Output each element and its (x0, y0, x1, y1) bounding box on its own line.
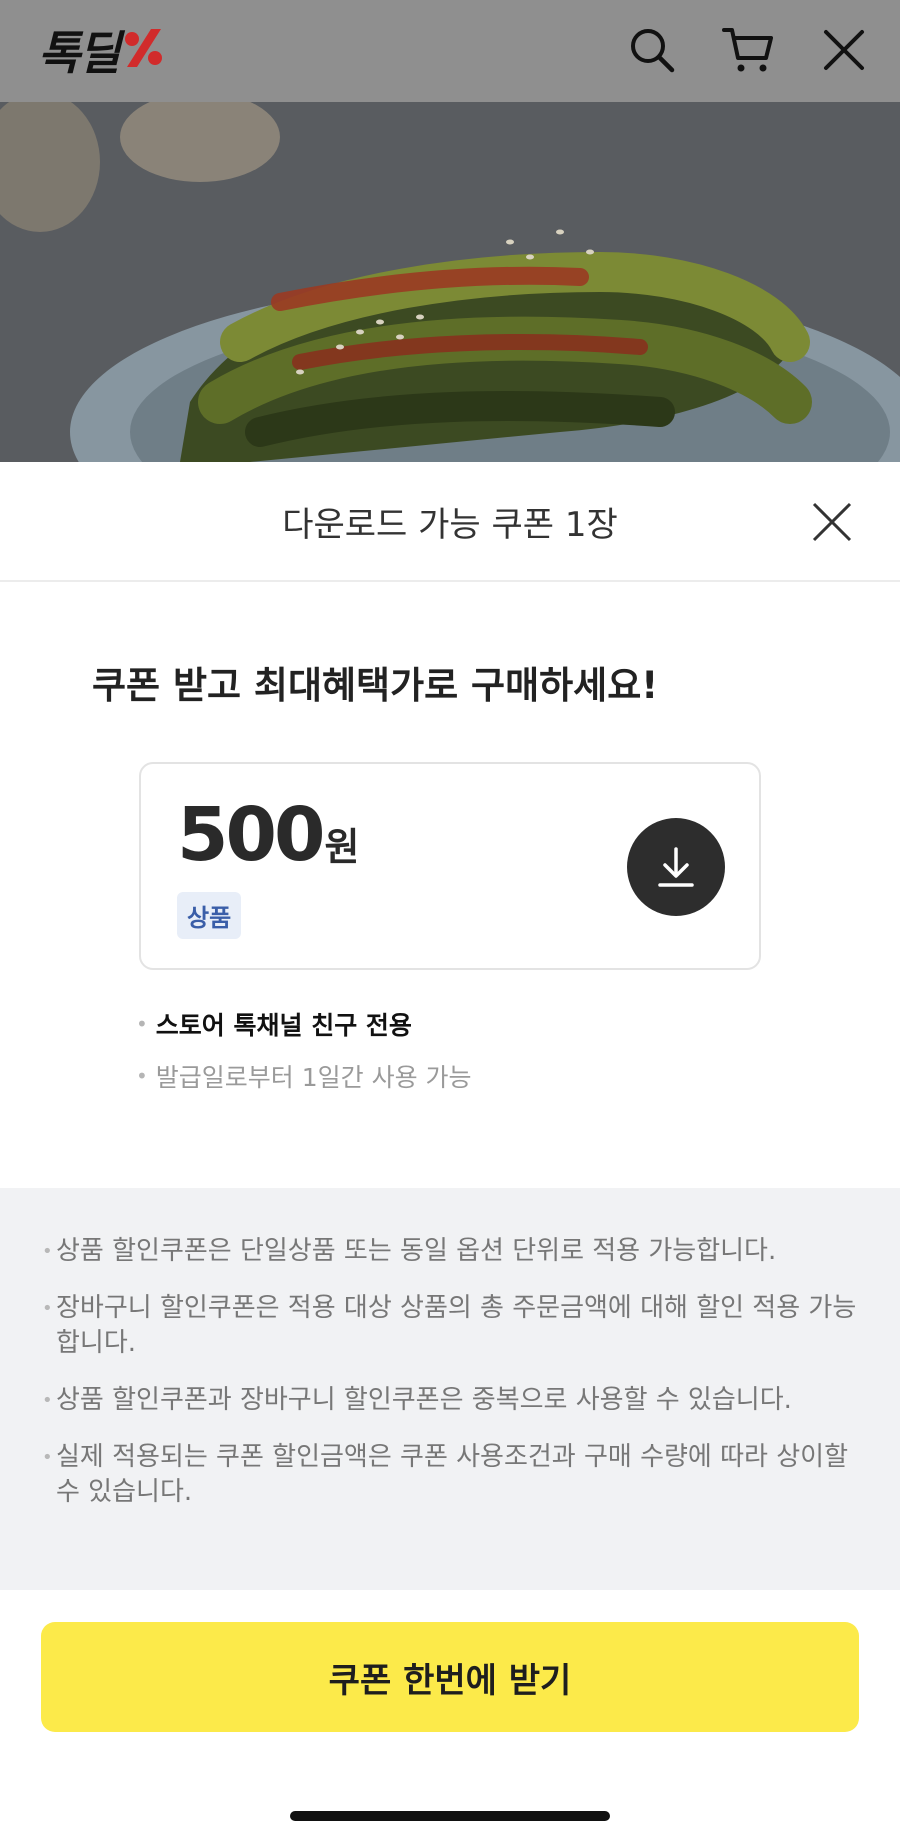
bullet-icon: • (136, 1012, 148, 1036)
bullet-icon: • (42, 1241, 53, 1262)
coupon-sheet: 다운로드 가능 쿠폰 1장 쿠폰 받고 최대혜택가로 구매하세요! 500 원 … (0, 462, 900, 1840)
download-icon (658, 847, 694, 887)
bullet-icon: • (42, 1447, 53, 1468)
notice-item: • 장바구니 할인쿠폰은 적용 대상 상품의 총 주문금액에 대해 할인 적용 … (42, 1291, 858, 1361)
product-image (0, 102, 900, 462)
coupon-card: 500 원 상품 (139, 762, 761, 970)
search-icon[interactable] (626, 24, 678, 76)
coupon-amount: 500 원 (177, 792, 359, 878)
get-all-coupons-button[interactable]: 쿠폰 한번에 받기 (41, 1622, 859, 1732)
cart-icon[interactable] (722, 24, 774, 76)
get-all-coupons-label: 쿠폰 한번에 받기 (328, 1660, 572, 1701)
sheet-title: 다운로드 가능 쿠폰 1장 (282, 504, 618, 545)
bullet-icon: • (136, 1064, 148, 1088)
coupon-conditions: • 스토어 톡채널 친구 전용 • 발급일로부터 1일간 사용 가능 (136, 1006, 472, 1110)
percent-logo-icon (121, 26, 167, 74)
bullet-icon: • (42, 1298, 53, 1319)
download-coupon-button[interactable] (627, 818, 725, 916)
notice-item: • 실제 적용되는 쿠폰 할인금액은 쿠폰 사용조건과 구매 수량에 따라 상이… (42, 1440, 858, 1510)
logo[interactable]: 톡딜 (38, 22, 167, 80)
coupon-type-badge: 상품 (177, 892, 242, 939)
notice-text: 상품 할인쿠폰과 장바구니 할인쿠폰은 중복으로 사용할 수 있습니다. (56, 1385, 792, 1415)
notice-box: • 상품 할인쿠폰은 단일상품 또는 동일 옵션 단위로 적용 가능합니다. •… (0, 1188, 900, 1590)
condition-item: • 스토어 톡채널 친구 전용 (136, 1006, 472, 1042)
headline: 쿠폰 받고 최대혜택가로 구매하세요! (92, 664, 659, 707)
top-bar: 톡딜 (0, 0, 900, 102)
coupon-amount-unit: 원 (324, 825, 360, 869)
logo-text: 톡딜 (38, 26, 121, 80)
notice-text: 실제 적용되는 쿠폰 할인금액은 쿠폰 사용조건과 구매 수량에 따라 상이할 … (56, 1442, 848, 1507)
notice-text: 장바구니 할인쿠폰은 적용 대상 상품의 총 주문금액에 대해 할인 적용 가능… (56, 1293, 857, 1358)
bullet-icon: • (42, 1390, 53, 1411)
condition-text: 스토어 톡채널 친구 전용 (155, 1011, 412, 1040)
notice-item: • 상품 할인쿠폰과 장바구니 할인쿠폰은 중복으로 사용할 수 있습니다. (42, 1383, 858, 1418)
notice-item: • 상품 할인쿠폰은 단일상품 또는 동일 옵션 단위로 적용 가능합니다. (42, 1234, 858, 1269)
condition-text: 발급일로부터 1일간 사용 가능 (155, 1063, 472, 1092)
notice-text: 상품 할인쿠폰은 단일상품 또는 동일 옵션 단위로 적용 가능합니다. (56, 1236, 777, 1266)
close-icon[interactable] (818, 24, 870, 76)
sheet-header: 다운로드 가능 쿠폰 1장 (0, 462, 900, 582)
condition-item: • 발급일로부터 1일간 사용 가능 (136, 1058, 472, 1094)
close-sheet-icon[interactable] (808, 498, 856, 546)
home-indicator[interactable] (290, 1811, 610, 1821)
coupon-amount-value: 500 (177, 792, 325, 878)
